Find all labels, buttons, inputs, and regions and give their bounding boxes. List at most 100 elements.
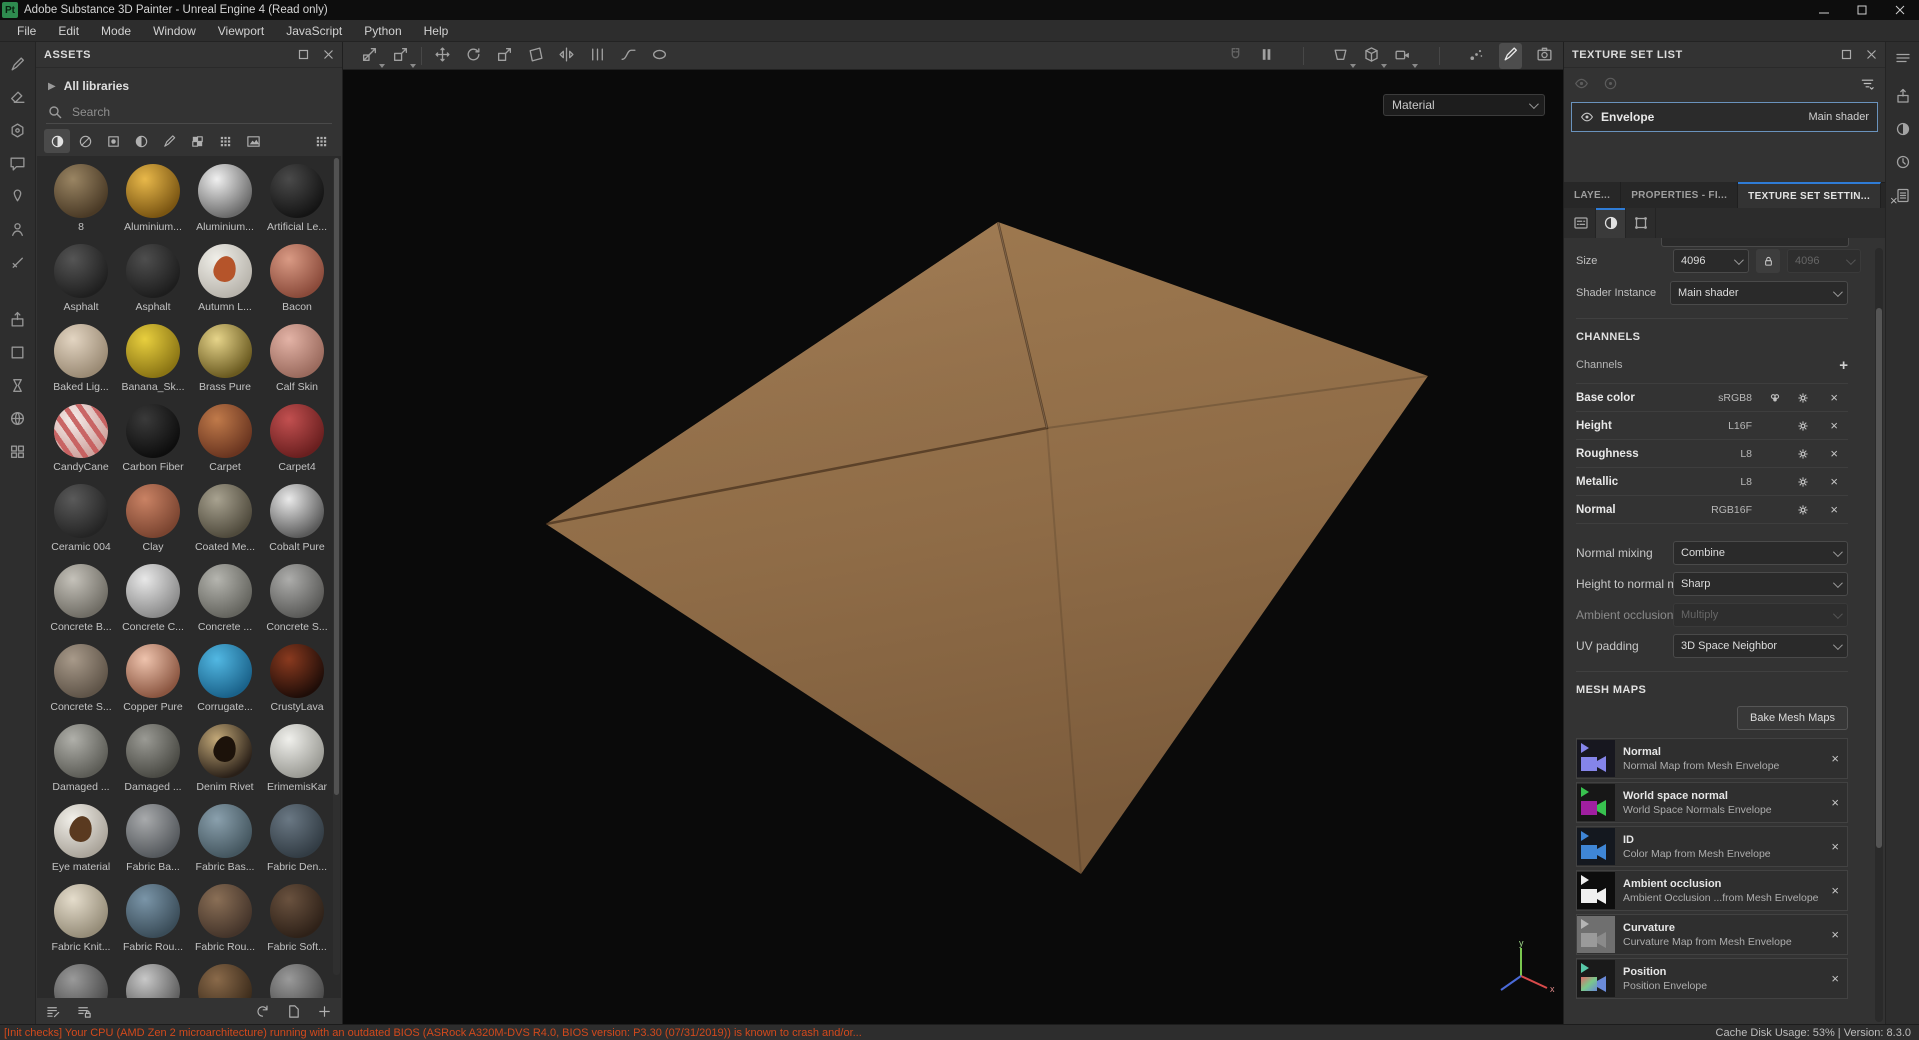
import-resources-icon[interactable] — [46, 1004, 61, 1019]
material-item[interactable]: Fabric Bas... — [191, 804, 259, 884]
menu-help[interactable]: Help — [413, 20, 460, 41]
remove-mesh-map-icon[interactable]: × — [1825, 927, 1839, 942]
tab-texture-set-settin-[interactable]: TEXTURE SET SETTIN... — [1738, 182, 1882, 208]
remove-mesh-map-icon[interactable]: × — [1825, 795, 1839, 810]
material-picker-tool-icon[interactable] — [9, 254, 26, 271]
baking-mode-icon[interactable] — [9, 377, 26, 394]
menu-python[interactable]: Python — [353, 20, 412, 41]
material-thumbnail[interactable] — [126, 884, 180, 938]
size-height-dropdown[interactable]: 4096 — [1787, 249, 1861, 273]
resources-stack-icon[interactable] — [9, 443, 26, 460]
log-panel-icon[interactable] — [1895, 187, 1911, 203]
envelope-mesh[interactable] — [343, 70, 1563, 1024]
material-thumbnail[interactable] — [54, 404, 108, 458]
lazy-mouse-button[interactable] — [620, 46, 637, 66]
material-thumbnail[interactable] — [198, 404, 252, 458]
remove-mesh-map-icon[interactable]: × — [1825, 751, 1839, 766]
grid-view-icon[interactable] — [308, 129, 334, 153]
setting-dropdown[interactable]: Combine — [1673, 541, 1848, 565]
material-item[interactable]: Aluminium... — [191, 164, 259, 244]
show-all-icon[interactable] — [1574, 76, 1589, 91]
material-thumbnail[interactable] — [270, 724, 324, 778]
mesh-map-card-world-space-normal[interactable]: World space normal World Space Normals En… — [1576, 782, 1848, 823]
material-thumbnail[interactable] — [198, 164, 252, 218]
remove-mesh-map-icon[interactable]: × — [1825, 971, 1839, 986]
material-item[interactable]: Corrugate... — [191, 644, 259, 724]
material-thumbnail[interactable] — [126, 164, 180, 218]
setting-dropdown[interactable]: Sharp — [1673, 572, 1848, 596]
material-thumbnail[interactable] — [198, 644, 252, 698]
maximize-button[interactable] — [1843, 0, 1881, 20]
material-item[interactable]: Coated Me... — [191, 484, 259, 564]
material-thumbnail[interactable] — [126, 404, 180, 458]
general-settings-subtab[interactable] — [1566, 208, 1596, 238]
material-item[interactable]: Carpet — [191, 404, 259, 484]
remove-channel-icon[interactable]: × — [1830, 502, 1838, 517]
material-item[interactable]: Eye material — [47, 804, 115, 884]
material-item[interactable]: Artificial Le... — [263, 164, 331, 244]
brushes-filter[interactable] — [156, 129, 182, 153]
material-item[interactable]: Concrete ... — [191, 564, 259, 644]
material-thumbnail[interactable] — [54, 644, 108, 698]
material-item[interactable]: Bacon — [263, 244, 331, 324]
smart-masks-filter[interactable] — [100, 129, 126, 153]
particles-button[interactable] — [1468, 46, 1485, 66]
channel-settings-gear-icon[interactable] — [1796, 419, 1810, 433]
material-item[interactable]: Brass Pure — [191, 324, 259, 404]
material-thumbnail[interactable] — [270, 644, 324, 698]
symmetry-button[interactable] — [558, 46, 575, 66]
material-item[interactable] — [263, 964, 331, 998]
material-thumbnail[interactable] — [126, 644, 180, 698]
material-thumbnail[interactable] — [270, 324, 324, 378]
mesh-map-card-position[interactable]: Position Position Envelope × — [1576, 958, 1848, 999]
history-panel-icon[interactable] — [1895, 154, 1911, 170]
remove-mesh-map-icon[interactable]: × — [1825, 839, 1839, 854]
material-thumbnail[interactable] — [270, 564, 324, 618]
menu-window[interactable]: Window — [142, 20, 207, 41]
search-input[interactable] — [70, 103, 330, 120]
eraser-tool-icon[interactable] — [9, 89, 26, 106]
texture-set-row-envelope[interactable]: Envelope Main shader — [1571, 102, 1878, 132]
material-item[interactable]: Concrete S... — [263, 564, 331, 644]
scale-gizmo-button[interactable] — [496, 46, 513, 66]
undock-panel-icon[interactable] — [298, 49, 309, 60]
material-item[interactable]: Clay — [119, 484, 187, 564]
resources-updater-icon[interactable] — [77, 1004, 92, 1019]
material-thumbnail[interactable] — [54, 164, 108, 218]
material-item[interactable]: Calf Skin — [263, 324, 331, 404]
solo-icon[interactable] — [1603, 76, 1618, 91]
shelf-box-icon[interactable] — [9, 344, 26, 361]
channel-settings-gear-icon[interactable] — [1796, 391, 1810, 405]
export-textures-icon[interactable] — [9, 311, 26, 328]
menu-edit[interactable]: Edit — [47, 20, 90, 41]
close-panel-icon[interactable] — [323, 49, 334, 60]
material-thumbnail[interactable] — [126, 964, 180, 998]
material-item[interactable]: Fabric Ba... — [119, 804, 187, 884]
material-item[interactable] — [47, 964, 115, 998]
material-item[interactable] — [119, 964, 187, 998]
material-item[interactable]: Baked Lig... — [47, 324, 115, 404]
material-item[interactable]: Aluminium... — [119, 164, 187, 244]
material-item[interactable]: Asphalt — [47, 244, 115, 324]
projection-tool-icon[interactable] — [9, 122, 26, 139]
menu-file[interactable]: File — [6, 20, 47, 41]
material-item[interactable]: Damaged ... — [47, 724, 115, 804]
material-thumbnail[interactable] — [126, 484, 180, 538]
mesh-map-card-normal[interactable]: Normal Normal Map from Mesh Envelope × — [1576, 738, 1848, 779]
material-thumbnail[interactable] — [54, 484, 108, 538]
remove-mesh-map-icon[interactable]: × — [1825, 883, 1839, 898]
material-item[interactable]: CandyCane — [47, 404, 115, 484]
material-thumbnail[interactable] — [270, 484, 324, 538]
expand-arrow-icon[interactable]: ▶ — [48, 81, 56, 92]
clone-tool-icon[interactable] — [9, 221, 26, 238]
undock-panel-icon[interactable] — [1841, 49, 1852, 60]
ellipse-tool-button[interactable] — [651, 46, 668, 66]
uv-transform-tool-button[interactable] — [361, 46, 385, 68]
setting-dropdown[interactable]: Multiply — [1673, 603, 1848, 627]
material-item[interactable]: Copper Pure — [119, 644, 187, 724]
material-thumbnail[interactable] — [54, 324, 108, 378]
alphas-filter[interactable] — [184, 129, 210, 153]
material-thumbnail[interactable] — [198, 884, 252, 938]
channel-settings-gear-icon[interactable] — [1796, 503, 1810, 517]
material-item[interactable]: Autumn L... — [191, 244, 259, 324]
